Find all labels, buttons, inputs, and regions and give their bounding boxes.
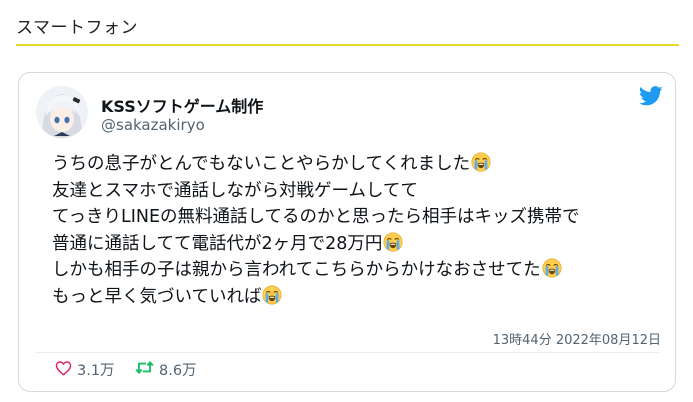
loudly-crying-face-emoji [542,258,562,278]
tweet-card[interactable]: KSSソフトゲーム制作 @sakazakiryo うちの息子がとんでもないことや… [18,72,676,392]
tweet-line: しかも相手の子は親から言われてこちらからかけなおさせてた [52,257,672,284]
retweet-count: 8.6万 [159,363,197,379]
divider [35,352,659,353]
tweet-line: もっと早く気づいていれば [52,284,672,311]
retweet-icon [135,360,159,379]
avatar[interactable] [36,86,88,138]
loudly-crying-face-emoji [383,232,403,252]
tweet-line: てっきりLINEの無料通話してるのかと思ったら相手はキッズ携帯で [52,207,580,227]
retweet-button[interactable]: 8.6万 [135,359,197,380]
like-count: 3.1万 [77,363,115,379]
tweet-line: うちの息子がとんでもないことやらかしてくれました [52,151,672,178]
handle[interactable]: @sakazakiryo [101,116,205,134]
loudly-crying-face-emoji [262,285,282,305]
tweet-line: 普通に通話してて電話代が2ヶ月で28万円 [52,231,672,258]
twitter-bird-icon[interactable] [638,85,663,107]
tweet-text: うちの息子がとんでもないことやらかしてくれました 友達とスマホで通話しながら対戦… [52,151,672,310]
like-button[interactable]: 3.1万 [55,359,115,380]
section-title: スマートフォン [16,18,138,38]
tweet-line: 友達とスマホで通話しながら対戦ゲームしてて [52,180,418,201]
timestamp[interactable]: 13時44分 2022年08月12日 [493,329,661,348]
section-header: スマートフォン [16,0,679,46]
display-name[interactable]: KSSソフトゲーム制作 [101,93,263,117]
loudly-crying-face-emoji [471,152,491,172]
heart-icon [55,360,77,380]
